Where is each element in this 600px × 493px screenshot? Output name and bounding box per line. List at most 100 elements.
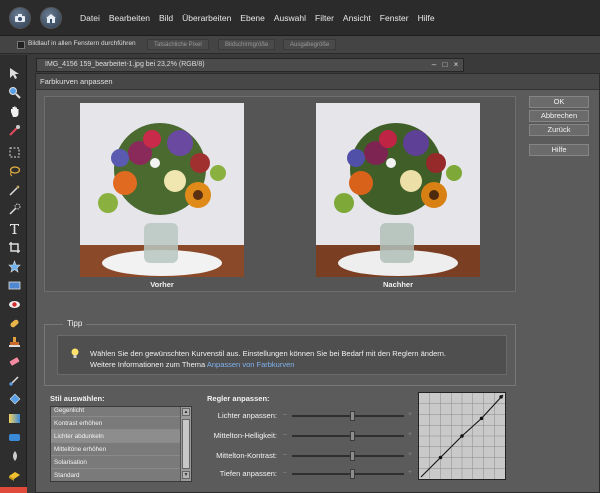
menu-fenster[interactable]: Fenster xyxy=(380,13,409,23)
minus-icon: – xyxy=(283,469,287,476)
minimize-icon[interactable]: – xyxy=(429,60,439,69)
toolbox xyxy=(0,55,27,493)
plus-icon: + xyxy=(408,411,413,418)
home-button[interactable] xyxy=(40,7,62,29)
menu-filter[interactable]: Filter xyxy=(315,13,334,23)
before-label: Vorher xyxy=(150,280,174,289)
main-menu: Datei Bearbeiten Bild Überarbeiten Ebene… xyxy=(80,13,435,23)
slider-label: Lichter anpassen: xyxy=(217,411,277,420)
slider-track[interactable] xyxy=(292,451,404,461)
dialog-titlebar[interactable]: Farbkurven anpassen xyxy=(36,74,599,90)
curves-dialog: Farbkurven anpassen Vorher Nachher OK Ab… xyxy=(35,73,600,493)
close-icon[interactable]: × xyxy=(451,60,461,69)
healing-brush-icon[interactable] xyxy=(5,316,23,331)
style-item-selected[interactable]: Lichter abdunkeln xyxy=(51,430,181,443)
blur-icon[interactable] xyxy=(5,449,23,464)
style-list[interactable]: Gegenlicht Kontrast erhöhen Lichter abdu… xyxy=(50,406,192,482)
scroll-all-checkbox[interactable] xyxy=(17,41,25,49)
quick-selection-icon[interactable] xyxy=(5,202,23,217)
help-button[interactable]: Hilfe xyxy=(529,144,589,156)
gradient-icon[interactable] xyxy=(5,411,23,426)
dialog-title: Farbkurven anpassen xyxy=(40,77,113,86)
slider-thumb[interactable] xyxy=(349,469,355,479)
tip-line-2: Weitere Informationen zum Thema Anpassen… xyxy=(90,359,446,370)
slider-midtone-brightness: Mittelton-Helligkeit: – + xyxy=(207,430,412,442)
scroll-all-label: Bildlauf in allen Fenstern durchführen xyxy=(28,40,136,47)
tip-section: Tipp Wählen Sie den gewünschten Kurvenst… xyxy=(44,319,516,386)
slider-thumb[interactable] xyxy=(349,451,355,461)
menu-datei[interactable]: Datei xyxy=(80,13,100,23)
color-swatch[interactable] xyxy=(0,487,27,493)
hand-icon[interactable] xyxy=(5,104,23,119)
slider-thumb[interactable] xyxy=(349,431,355,441)
slider-thumb[interactable] xyxy=(349,411,355,421)
red-eye-icon[interactable] xyxy=(5,297,23,312)
style-item[interactable]: Mitteltöne erhöhen xyxy=(51,443,181,456)
minus-icon: – xyxy=(283,451,287,458)
camera-icon xyxy=(15,14,25,22)
straighten-icon[interactable] xyxy=(5,278,23,293)
organizer-button[interactable] xyxy=(9,7,31,29)
sponge-icon[interactable] xyxy=(5,468,23,483)
after-label: Nachher xyxy=(382,280,413,289)
menu-hilfe[interactable]: Hilfe xyxy=(418,13,435,23)
zoom-icon[interactable] xyxy=(5,85,23,100)
menu-auswahl[interactable]: Auswahl xyxy=(274,13,306,23)
plus-icon: + xyxy=(408,469,413,476)
slider-highlights: Lichter anpassen: – + xyxy=(207,410,412,422)
minus-icon: – xyxy=(283,431,287,438)
crop-icon[interactable] xyxy=(5,240,23,255)
lasso-icon[interactable] xyxy=(5,164,23,179)
slider-midtone-contrast: Mittelton-Kontrast: – + xyxy=(207,450,412,462)
style-item[interactable]: Standard xyxy=(51,469,181,481)
slider-label: Mittelton-Kontrast: xyxy=(216,451,277,460)
print-size-button[interactable]: Ausgabegröße xyxy=(283,39,337,50)
clone-stamp-icon[interactable] xyxy=(5,335,23,350)
scroll-down-icon[interactable]: ▼ xyxy=(182,471,190,479)
style-item[interactable]: Gegenlicht xyxy=(51,407,181,417)
ok-button[interactable]: OK xyxy=(529,96,589,108)
shape-icon[interactable] xyxy=(5,430,23,445)
options-bar: Bildlauf in allen Fenstern durchführen T… xyxy=(0,36,600,54)
fit-screen-button[interactable]: Bildschirmgröße xyxy=(218,39,276,50)
style-list-scrollbar[interactable]: ▲ ▼ xyxy=(180,407,191,481)
menu-ansicht[interactable]: Ansicht xyxy=(343,13,371,23)
minus-icon: – xyxy=(283,411,287,418)
magic-wand-icon[interactable] xyxy=(5,183,23,198)
paint-bucket-icon[interactable] xyxy=(5,392,23,407)
style-item[interactable]: Solarisation xyxy=(51,456,181,469)
actual-pixels-button[interactable]: Tatsächliche Pixel xyxy=(147,39,209,50)
style-label: Stil auswählen: xyxy=(50,394,105,403)
menu-ueberarbeiten[interactable]: Überarbeiten xyxy=(182,13,231,23)
menu-ebene[interactable]: Ebene xyxy=(240,13,265,23)
tip-line-1: Wählen Sie den gewünschten Kurvenstil au… xyxy=(90,349,447,358)
curve-graph xyxy=(418,392,506,480)
eraser-icon[interactable] xyxy=(5,354,23,369)
maximize-icon[interactable]: □ xyxy=(440,60,450,69)
slider-label: Mittelton-Helligkeit: xyxy=(213,431,277,440)
curves-help-link[interactable]: Anpassen von Farbkurven xyxy=(207,360,295,369)
scroll-thumb[interactable] xyxy=(182,419,190,469)
type-icon[interactable] xyxy=(5,221,23,236)
style-item[interactable]: Kontrast erhöhen xyxy=(51,417,181,430)
eyedropper-icon[interactable] xyxy=(5,123,23,138)
plus-icon: + xyxy=(408,431,413,438)
flower-bouquet-photo-before xyxy=(80,103,244,277)
move-icon[interactable] xyxy=(5,66,23,81)
slider-track[interactable] xyxy=(292,469,404,479)
slider-track[interactable] xyxy=(292,411,404,421)
document-tab[interactable]: IMG_4156 159_bearbeitet-1.jpg bei 23,2% … xyxy=(36,58,464,72)
brush-icon[interactable] xyxy=(5,373,23,388)
cancel-button[interactable]: Abbrechen xyxy=(529,110,589,122)
cookie-cutter-icon[interactable] xyxy=(5,259,23,274)
reset-button[interactable]: Zurück xyxy=(529,124,589,136)
tip-legend: Tipp xyxy=(63,319,87,328)
slider-track[interactable] xyxy=(292,431,404,441)
menu-bearbeiten[interactable]: Bearbeiten xyxy=(109,13,150,23)
curve-graph-svg xyxy=(419,393,505,479)
menu-bar: Datei Bearbeiten Bild Überarbeiten Ebene… xyxy=(0,0,600,36)
marquee-icon[interactable] xyxy=(5,145,23,160)
after-image xyxy=(316,103,480,277)
scroll-up-icon[interactable]: ▲ xyxy=(182,408,190,416)
menu-bild[interactable]: Bild xyxy=(159,13,173,23)
